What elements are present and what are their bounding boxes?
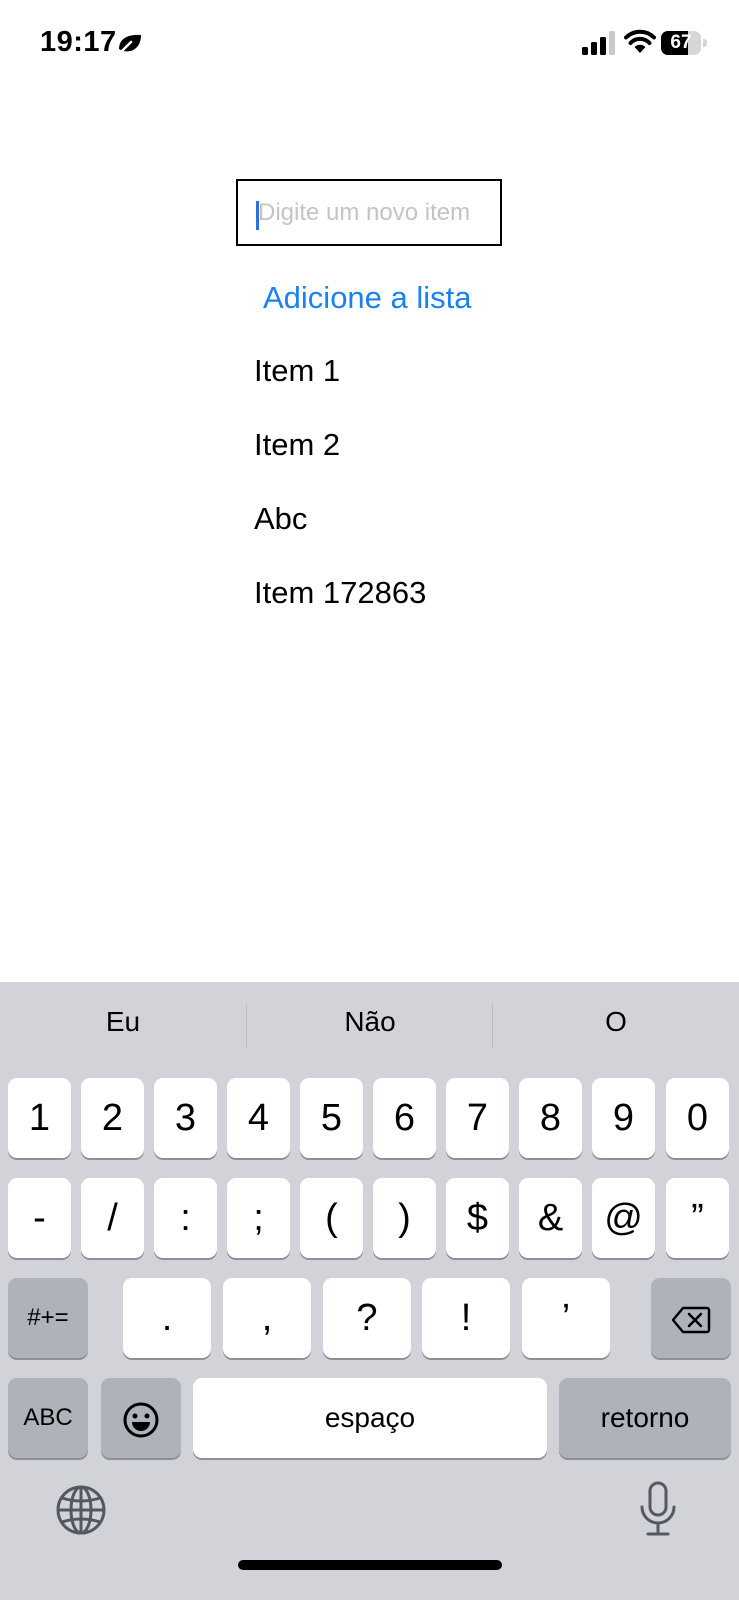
key-dollar[interactable]: $ bbox=[446, 1178, 509, 1258]
key-1[interactable]: 1 bbox=[8, 1078, 71, 1158]
home-indicator bbox=[238, 1560, 502, 1570]
abc-key[interactable]: ABC bbox=[8, 1378, 88, 1458]
space-key[interactable]: espaço bbox=[193, 1378, 547, 1458]
key-apostrophe[interactable]: ’ bbox=[522, 1278, 610, 1358]
symbols-key[interactable]: #+= bbox=[8, 1278, 88, 1358]
list-item: Abc bbox=[254, 501, 308, 536]
leaf-focus-icon bbox=[118, 34, 141, 55]
key-comma[interactable]: , bbox=[223, 1278, 311, 1358]
new-item-input[interactable]: Digite um novo item bbox=[236, 179, 502, 246]
key-8[interactable]: 8 bbox=[519, 1078, 582, 1158]
key-7[interactable]: 7 bbox=[446, 1078, 509, 1158]
key-question[interactable]: ? bbox=[323, 1278, 411, 1358]
battery-indicator: 67 bbox=[661, 31, 707, 55]
key-4[interactable]: 4 bbox=[227, 1078, 290, 1158]
keyboard: Eu Não O 1 2 3 4 5 6 7 8 9 0 - / : ; ( )… bbox=[0, 982, 739, 1600]
add-to-list-button[interactable]: Adicione a lista bbox=[263, 280, 472, 316]
input-placeholder: Digite um novo item bbox=[258, 199, 471, 226]
wifi-icon bbox=[624, 29, 656, 53]
backspace-icon bbox=[671, 1306, 711, 1334]
key-colon[interactable]: : bbox=[154, 1178, 217, 1258]
list-item: Item 1 bbox=[254, 353, 341, 388]
list-item: Item 172863 bbox=[254, 575, 427, 610]
globe-icon[interactable] bbox=[55, 1484, 107, 1536]
key-ampersand[interactable]: & bbox=[519, 1178, 582, 1258]
microphone-icon[interactable] bbox=[638, 1481, 678, 1539]
cellular-signal-icon bbox=[582, 31, 615, 55]
list-item: Item 2 bbox=[254, 427, 341, 462]
status-time: 19:17 bbox=[40, 26, 117, 58]
key-open-paren[interactable]: ( bbox=[300, 1178, 363, 1258]
return-key[interactable]: retorno bbox=[559, 1378, 731, 1458]
key-5[interactable]: 5 bbox=[300, 1078, 363, 1158]
emoji-icon bbox=[123, 1402, 159, 1438]
key-2[interactable]: 2 bbox=[81, 1078, 144, 1158]
key-slash[interactable]: / bbox=[81, 1178, 144, 1258]
key-9[interactable]: 9 bbox=[592, 1078, 655, 1158]
battery-body: 67 bbox=[661, 31, 701, 55]
suggestion-1[interactable]: Eu bbox=[0, 1006, 246, 1038]
key-period[interactable]: . bbox=[123, 1278, 211, 1358]
key-hyphen[interactable]: - bbox=[8, 1178, 71, 1258]
key-close-paren[interactable]: ) bbox=[373, 1178, 436, 1258]
emoji-key[interactable] bbox=[101, 1378, 181, 1458]
key-exclamation[interactable]: ! bbox=[422, 1278, 510, 1358]
suggestion-3[interactable]: O bbox=[493, 1006, 739, 1038]
key-3[interactable]: 3 bbox=[154, 1078, 217, 1158]
item-list: Item 1 Item 2 Abc Item 172863 bbox=[254, 352, 426, 648]
key-semicolon[interactable]: ; bbox=[227, 1178, 290, 1258]
key-quote[interactable]: ” bbox=[666, 1178, 729, 1258]
suggestion-bar: Eu Não O bbox=[0, 982, 739, 1072]
battery-tip bbox=[703, 39, 707, 47]
key-at[interactable]: @ bbox=[592, 1178, 655, 1258]
suggestion-2[interactable]: Não bbox=[247, 1006, 493, 1038]
battery-level: 67 bbox=[670, 32, 692, 53]
key-0[interactable]: 0 bbox=[666, 1078, 729, 1158]
delete-key[interactable] bbox=[651, 1278, 731, 1358]
key-6[interactable]: 6 bbox=[373, 1078, 436, 1158]
